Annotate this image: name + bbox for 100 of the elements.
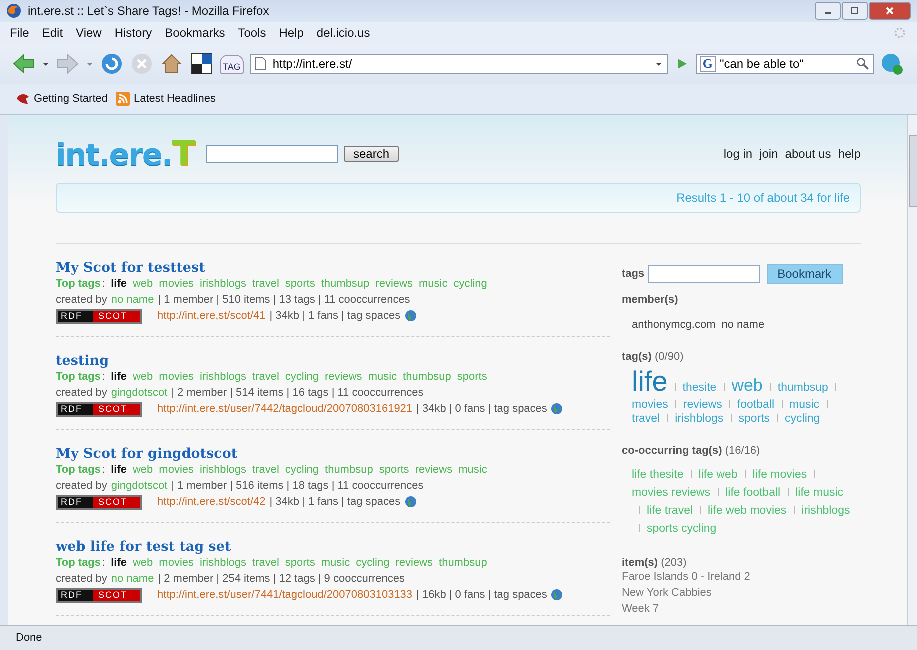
cloud-tag[interactable]: cycling [785, 413, 820, 425]
tag-link[interactable]: thumbsup [403, 369, 452, 385]
globe-icon[interactable] [551, 403, 564, 415]
scot-url-link[interactable]: http://int,ere,st/scot/42 [158, 494, 266, 510]
dropdown-icon[interactable] [42, 60, 50, 68]
tag-link[interactable]: life [111, 369, 127, 385]
forward-button[interactable] [56, 52, 80, 76]
cooccurring-tag[interactable]: sports cycling [647, 521, 717, 537]
tag-link[interactable]: reviews [415, 462, 453, 478]
bookmark-item[interactable]: Latest Headlines [116, 92, 216, 106]
tag-link[interactable]: travel [252, 369, 280, 385]
cloud-tag[interactable]: irishblogs [675, 413, 724, 425]
search-field[interactable]: G "can be able to" [696, 54, 874, 74]
creator-link[interactable]: gingdotscot [111, 385, 168, 401]
menu-item[interactable]: File [10, 26, 30, 40]
tag-link[interactable]: music [321, 555, 350, 571]
cooccurring-tag[interactable]: life web movies [708, 503, 787, 519]
scot-url-link[interactable]: http://int,ere,st/user/7442/tagcloud/20070803161921 [158, 401, 413, 417]
tag-link[interactable]: sports [285, 276, 316, 292]
tag-link[interactable]: movies [159, 276, 194, 292]
site-logo[interactable]: int.ere.T [56, 134, 194, 174]
tag-link[interactable]: movies [159, 462, 194, 478]
tag-link[interactable]: life [111, 276, 127, 292]
rdf-scot-badge[interactable]: RDF SCOT [56, 308, 142, 324]
cloud-tag[interactable]: web [732, 376, 763, 396]
item-link[interactable]: New York Cabbies [622, 585, 861, 601]
tag-link[interactable]: reviews [376, 276, 413, 292]
creator-link[interactable]: no name [111, 292, 154, 308]
cloud-tag[interactable]: sports [738, 413, 770, 425]
tag-link[interactable]: sports [285, 555, 316, 571]
tag-link[interactable]: reviews [325, 369, 362, 385]
tag-link[interactable]: cycling [356, 555, 390, 571]
search-engine-button[interactable]: G [700, 56, 716, 72]
creator-link[interactable]: gingdotscot [111, 478, 168, 494]
tag-link[interactable]: travel [252, 462, 280, 478]
cooccurring-tag[interactable]: life travel [647, 503, 694, 519]
scot-url-link[interactable]: http://int,ere,st/user/7441/tagcloud/20070803103133 [158, 587, 413, 603]
tag-link[interactable]: travel [252, 555, 280, 571]
globe-icon[interactable] [404, 496, 417, 508]
cooccurring-tag[interactable]: life movies [752, 467, 808, 483]
cloud-tag[interactable]: reviews [683, 399, 722, 411]
tag-link[interactable]: thumbsup [321, 276, 370, 292]
cooccurring-tag[interactable]: life football [726, 485, 781, 501]
cloud-tag[interactable]: movies [632, 399, 668, 411]
tag-link[interactable]: life [111, 555, 127, 571]
tags-field[interactable] [648, 265, 760, 283]
member-name[interactable]: anthonymcg.com [632, 319, 716, 331]
maximize-button[interactable] [842, 2, 868, 20]
tag-link[interactable]: web [132, 555, 154, 571]
address-field[interactable]: http://int.ere.st/ [250, 54, 668, 74]
scrollbar[interactable] [907, 115, 917, 625]
nav-link[interactable]: log in [724, 147, 753, 161]
bookmark-button[interactable]: Bookmark [766, 264, 843, 284]
home-button[interactable] [160, 52, 184, 76]
globe-icon[interactable] [404, 310, 417, 322]
tag-button[interactable]: TAG [220, 54, 244, 74]
tag-link[interactable]: web [132, 276, 154, 292]
item-link[interactable]: Week 7 [622, 601, 861, 617]
result-title[interactable]: My Scot for gingdotscot [56, 446, 610, 462]
bookmark-item[interactable]: Getting Started [16, 92, 108, 106]
menu-item[interactable]: del.icio.us [316, 26, 370, 40]
tag-link[interactable]: reviews [396, 555, 434, 571]
cloud-tag[interactable]: football [737, 399, 775, 411]
cooccurring-tag[interactable]: life music [796, 485, 844, 501]
rdf-scot-badge[interactable]: RDF SCOT [56, 494, 142, 510]
back-button[interactable] [12, 52, 36, 76]
search-field[interactable] [206, 145, 338, 163]
tag-link[interactable]: irishblogs [200, 369, 246, 385]
member-name[interactable]: no name [722, 319, 765, 331]
result-title[interactable]: web life for test tag set [56, 539, 610, 555]
cooccurring-tag[interactable]: irishblogs [802, 503, 850, 519]
menu-item[interactable]: Help [279, 26, 304, 40]
tag-link[interactable]: sports [379, 462, 410, 478]
nav-link[interactable]: join [760, 147, 778, 161]
result-title[interactable]: My Scot for testtest [56, 260, 610, 276]
tag-link[interactable]: movies [159, 369, 194, 385]
tag-link[interactable]: web [132, 462, 154, 478]
search-button[interactable]: search [344, 146, 398, 162]
cooccurring-tag[interactable]: movies reviews [632, 485, 711, 501]
tag-link[interactable]: life [111, 462, 127, 478]
tag-link[interactable]: thumbsup [439, 555, 488, 571]
nav-link[interactable]: about us [785, 147, 832, 161]
globe-icon[interactable] [551, 589, 564, 601]
tag-link[interactable]: web [132, 369, 154, 385]
menu-item[interactable]: Bookmarks [165, 26, 226, 40]
tag-link[interactable]: cycling [454, 276, 488, 292]
result-title[interactable]: testing [56, 353, 610, 369]
scot-url-link[interactable]: http://int,ere,st/scot/41 [158, 308, 266, 324]
item-link[interactable]: Faroe Islands 0 - Ireland 2 [622, 569, 861, 585]
reload-button[interactable] [100, 52, 124, 76]
dropdown-icon[interactable] [654, 60, 663, 68]
menu-item[interactable]: Edit [42, 26, 64, 40]
tag-link[interactable]: irishblogs [200, 276, 246, 292]
cloud-tag[interactable]: travel [632, 413, 660, 425]
rdf-scot-badge[interactable]: RDF SCOT [56, 402, 142, 416]
tag-link[interactable]: travel [252, 276, 280, 292]
cloud-tag[interactable]: life [632, 367, 668, 397]
tag-link[interactable]: thumbsup [325, 462, 374, 478]
menu-item[interactable]: History [114, 26, 152, 40]
cooccurring-tag[interactable]: life thesite [632, 467, 684, 483]
